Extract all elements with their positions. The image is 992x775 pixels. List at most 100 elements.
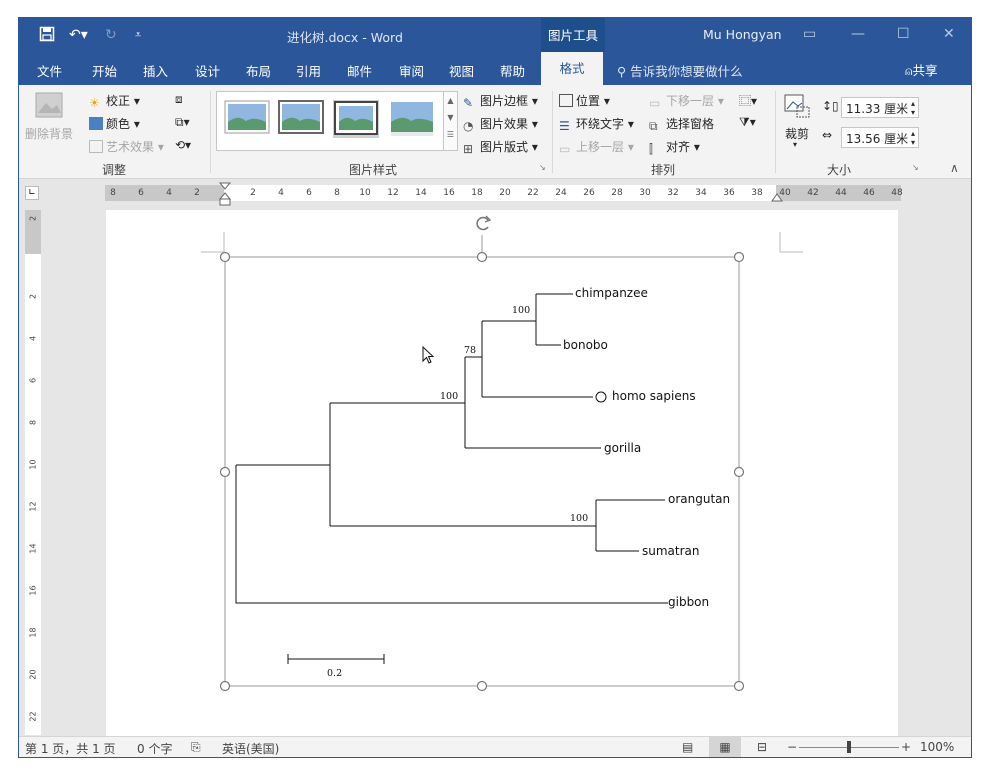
tab-format[interactable]: 格式 [541,52,603,85]
maximize-icon[interactable]: ☐ [897,25,910,43]
picture-effects-button[interactable]: ◔ 图片效果 ▾ [463,115,538,133]
rotate-objects-icon[interactable]: ⧩▾ [739,115,756,130]
color-icon [89,117,103,130]
web-layout-icon[interactable]: ⊟ [757,740,767,754]
ruler-number: 24 [555,188,567,198]
align-button[interactable]: ⫿ 对齐 ▾ [649,138,700,156]
title-bar: ↶▾ ↻ ⩡ 进化树.docx - Word 图片工具 Mu Hongyan ▭… [19,18,971,52]
zoom-level[interactable]: 100% [920,740,954,754]
ribbon-display-options-icon[interactable]: ▭ [803,25,816,43]
word-window: ↶▾ ↻ ⩡ 进化树.docx - Word 图片工具 Mu Hongyan ▭… [18,17,972,758]
tab-design[interactable]: 设计 [195,61,220,80]
picture-layout-button[interactable]: ⊞ 图片版式 ▾ [463,138,538,156]
tab-help[interactable]: 帮助 [500,61,525,80]
collapse-ribbon-icon[interactable]: ∧ [950,161,959,175]
layout-label: 图片版式 [480,140,529,154]
width-input[interactable]: 13.56 厘米 ▴ ▾ [841,127,919,148]
search-icon: ⚲ [617,64,631,79]
resize-handle-s[interactable] [476,680,488,692]
customize-quick-access-icon[interactable]: ⩡ [135,26,141,44]
compress-pictures-icon[interactable]: ⧈ [175,92,183,107]
tab-file[interactable]: 文件 [37,61,62,80]
taxon-label: bonobo [563,338,608,352]
tab-mailings[interactable]: 邮件 [347,61,372,80]
height-input[interactable]: 11.33 厘米 ▴ ▾ [841,97,919,118]
style-thumb-4[interactable] [389,100,435,138]
style-thumb-3[interactable] [333,100,379,138]
ruler-number: 4 [278,188,284,198]
width-spinner[interactable]: ▴ ▾ [911,129,915,147]
effects-label: 图片效果 [480,117,529,131]
tab-home[interactable]: 开始 [92,61,117,80]
color-button[interactable]: 颜色 ▾ [89,115,140,132]
reset-picture-icon[interactable]: ⟲▾ [175,138,191,152]
wrap-text-button[interactable]: ☰ 环绕文字 ▾ [559,115,634,133]
position-button[interactable]: 位置 ▾ [559,92,610,109]
resize-handle-nw[interactable] [219,251,231,263]
tab-layout[interactable]: 布局 [246,61,271,80]
resize-handle-n[interactable] [476,251,488,263]
vruler-number: 16 [28,585,38,596]
picture-styles-gallery[interactable] [216,91,444,151]
gallery-scroll[interactable]: ▲ ▼ ☰ [444,91,458,151]
save-icon[interactable] [39,26,55,44]
scroll-up-icon[interactable]: ▲ [444,96,457,105]
taxon-label: chimpanzee [575,286,648,300]
tab-insert[interactable]: 插入 [143,61,168,80]
tab-review[interactable]: 审阅 [399,61,424,80]
tab-references[interactable]: 引用 [296,61,321,80]
group-objects-icon[interactable]: ⿴▾ [739,92,757,109]
vruler-number: 6 [28,377,38,384]
style-thumb-2[interactable] [278,100,324,138]
zoom-out-icon[interactable]: − [787,740,797,754]
resize-handle-se[interactable] [733,680,745,692]
document-page[interactable]: chimpanzee bonobo homo sapiens gorilla o… [106,210,898,737]
resize-handle-ne[interactable] [733,251,745,263]
selection-pane-button[interactable]: ⧉ 选择窗格 [649,115,714,133]
word-count[interactable]: 0 个字 [137,740,172,757]
indent-marker-icon[interactable] [218,182,232,206]
ruler-number: 32 [667,188,679,198]
zoom-slider-thumb[interactable] [847,741,851,753]
scroll-down-icon[interactable]: ▼ [444,113,457,122]
undo-icon[interactable]: ↶▾ [69,26,88,44]
layout-icon: ⊞ [463,142,474,156]
ruler-number: 36 [723,188,735,198]
style-thumb-1[interactable] [224,100,270,138]
language-indicator[interactable]: 英语(美国) [222,740,279,757]
tab-view[interactable]: 视图 [449,61,474,80]
share-button[interactable]: ⍝共享 [905,60,938,79]
user-name[interactable]: Mu Hongyan [703,27,782,42]
picture-border-button[interactable]: ✎ 图片边框 ▾ [463,92,538,110]
rotate-handle-icon[interactable] [476,215,492,231]
read-mode-icon[interactable]: ▤ [682,740,693,754]
ruler-number: 28 [611,188,623,198]
size-dialog-launcher-icon[interactable]: ↘ [912,163,919,172]
position-label: 位置 [576,94,601,108]
crop-dropdown-icon[interactable]: ▾ [793,140,797,149]
ruler-number: 18 [471,188,483,198]
vertical-ruler[interactable]: 2 2 4 6 8 10 12 14 16 18 20 22 [25,210,41,735]
share-label: 共享 [912,63,938,78]
resize-handle-w[interactable] [219,466,231,478]
homo-sapiens-marker [595,391,607,403]
styles-dialog-launcher-icon[interactable]: ↘ [539,163,546,172]
redo-icon: ↻ [105,27,117,43]
print-layout-icon[interactable]: ▦ [709,737,741,757]
zoom-in-icon[interactable]: + [901,740,911,754]
selection-pane-icon: ⧉ [649,119,658,133]
change-picture-icon[interactable]: ⧉▾ [175,115,190,130]
corrections-button[interactable]: ☀ 校正 ▾ [89,92,140,110]
proofing-icon[interactable]: ⎘ [191,740,201,755]
resize-handle-e[interactable] [733,466,745,478]
resize-handle-sw[interactable] [219,680,231,692]
tell-me-search[interactable]: ⚲ 告诉我你想要做什么 [617,61,743,80]
tab-selector-icon[interactable]: ∟ [25,186,39,200]
minimize-icon[interactable]: — [851,25,865,43]
page-count[interactable]: 第 1 页，共 1 页 [25,740,116,757]
close-icon[interactable]: ✕ [943,25,955,43]
height-spinner[interactable]: ▴ ▾ [911,99,915,117]
gallery-more-icon[interactable]: ☰ [444,130,457,139]
horizontal-ruler[interactable]: ∟ 8 6 4 2 2 4 6 8 10 12 14 16 18 20 22 2… [19,180,971,206]
crop-icon[interactable] [783,93,813,121]
